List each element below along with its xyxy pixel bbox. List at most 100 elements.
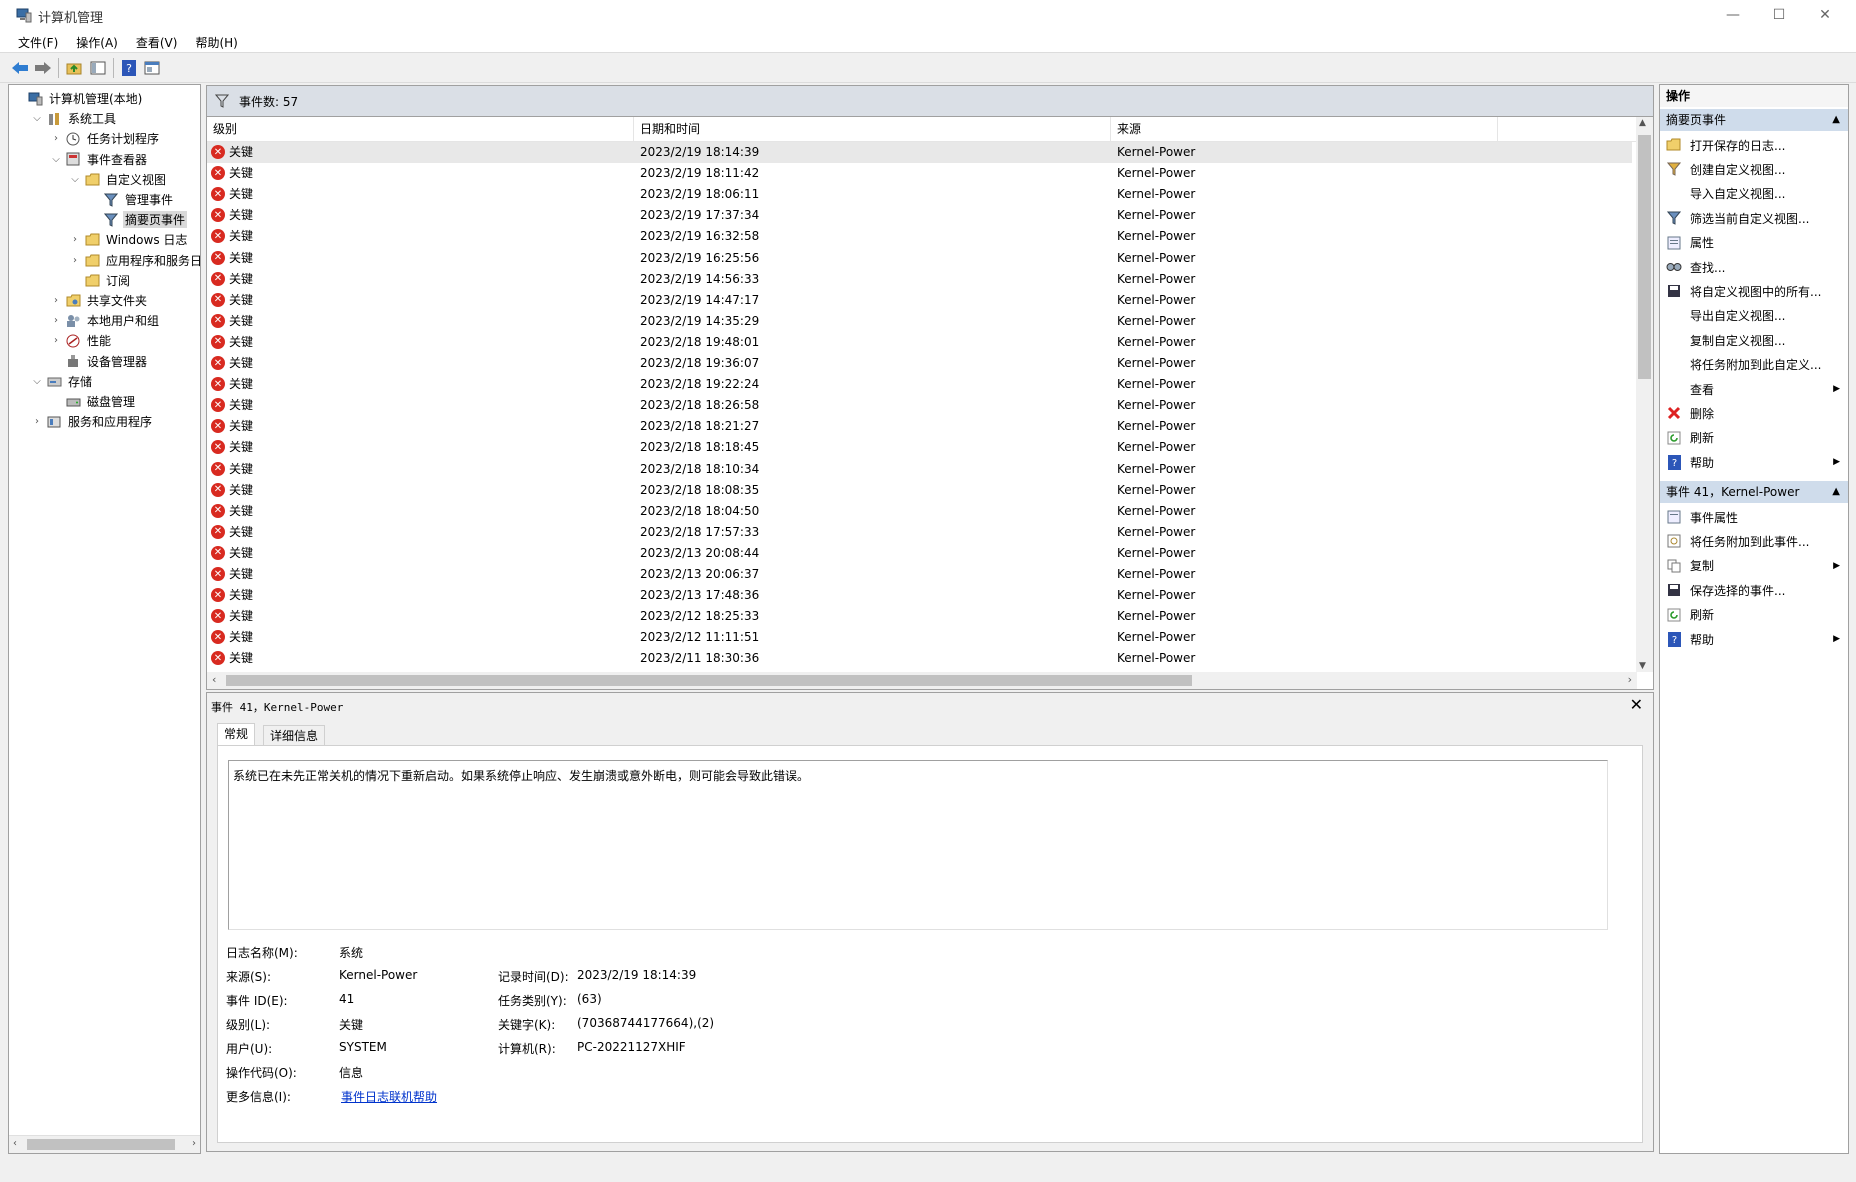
- tree-node[interactable]: › 服务和应用程序: [30, 412, 154, 431]
- properties-icon[interactable]: [142, 58, 162, 78]
- events-vertical-scrollbar[interactable]: ▲ ▼: [1636, 117, 1653, 672]
- table-row[interactable]: ✕ 关键 2023/2/19 17:37:34 Kernel-Power: [207, 205, 1632, 226]
- back-icon[interactable]: [10, 58, 30, 78]
- table-row[interactable]: ✕ 关键 2023/2/18 18:18:45 Kernel-Power: [207, 437, 1632, 458]
- action-item[interactable]: ? 帮助 ▶: [1660, 627, 1848, 651]
- action-item[interactable]: ? 帮助 ▶: [1660, 450, 1848, 474]
- tree-node[interactable]: › 共享文件夹: [49, 291, 149, 310]
- column-header-level[interactable]: 级别: [207, 117, 634, 141]
- expander-icon[interactable]: ›: [49, 295, 63, 306]
- table-row[interactable]: ✕ 关键 2023/2/19 16:25:56 Kernel-Power: [207, 248, 1632, 269]
- table-row[interactable]: ✕ 关键 2023/2/18 19:36:07 Kernel-Power: [207, 353, 1632, 374]
- table-row[interactable]: ✕ 关键 2023/2/19 16:32:58 Kernel-Power: [207, 226, 1632, 247]
- table-row[interactable]: ✕ 关键 2023/2/18 18:26:58 Kernel-Power: [207, 395, 1632, 416]
- maximize-button[interactable]: ☐: [1756, 0, 1802, 30]
- column-header-source[interactable]: 来源: [1111, 117, 1498, 141]
- tree-node[interactable]: 磁盘管理: [49, 392, 137, 411]
- expander-icon[interactable]: ›: [49, 315, 63, 326]
- table-row[interactable]: ✕ 关键 2023/2/12 11:11:51 Kernel-Power: [207, 627, 1632, 648]
- table-row[interactable]: ✕ 关键 2023/2/18 17:57:33 Kernel-Power: [207, 522, 1632, 543]
- table-row[interactable]: ✕ 关键 2023/2/19 18:11:42 Kernel-Power: [207, 163, 1632, 184]
- column-header-datetime[interactable]: 日期和时间: [634, 117, 1111, 141]
- expander-icon[interactable]: ⌵: [30, 376, 44, 387]
- table-row[interactable]: ✕ 关键 2023/2/18 18:08:35 Kernel-Power: [207, 480, 1632, 501]
- action-item[interactable]: 将自定义视图中的所有...: [1660, 279, 1848, 303]
- action-item[interactable]: 查看 ▶: [1660, 377, 1848, 401]
- action-item[interactable]: 保存选择的事件...: [1660, 578, 1848, 602]
- table-row[interactable]: ✕ 关键 2023/2/11 18:30:36 Kernel-Power: [207, 648, 1632, 669]
- table-row[interactable]: ✕ 关键 2023/2/19 18:14:39 Kernel-Power: [207, 142, 1632, 163]
- action-item[interactable]: 复制 ▶: [1660, 554, 1848, 578]
- actions-section-event[interactable]: 事件 41，Kernel-Power ▲: [1660, 481, 1848, 503]
- expander-icon[interactable]: ›: [49, 133, 63, 144]
- tree-node[interactable]: › 本地用户和组: [49, 311, 161, 330]
- action-item[interactable]: 将任务附加到此自定义...: [1660, 353, 1848, 377]
- menu-help[interactable]: 帮助(H): [186, 30, 246, 52]
- menu-view[interactable]: 查看(V): [127, 30, 187, 52]
- menu-file[interactable]: 文件(F): [0, 30, 67, 52]
- tree-node[interactable]: › Windows 日志: [68, 230, 189, 249]
- tree-node[interactable]: 订阅: [68, 271, 132, 290]
- expander-icon[interactable]: ⌵: [30, 113, 44, 124]
- close-button[interactable]: ✕: [1802, 0, 1848, 30]
- tree-node[interactable]: › 性能: [49, 331, 113, 350]
- help-icon[interactable]: ?: [119, 58, 139, 78]
- tree-horizontal-scrollbar[interactable]: ‹ ›: [9, 1135, 200, 1153]
- tree-node[interactable]: ⌵ 自定义视图: [68, 170, 168, 189]
- action-item[interactable]: 筛选当前自定义视图...: [1660, 206, 1848, 230]
- up-folder-icon[interactable]: [64, 58, 84, 78]
- table-row[interactable]: ✕ 关键 2023/2/13 20:08:44 Kernel-Power: [207, 543, 1632, 564]
- table-row[interactable]: ✕ 关键 2023/2/18 18:04:50 Kernel-Power: [207, 501, 1632, 522]
- table-row[interactable]: ✕ 关键 2023/2/18 19:22:24 Kernel-Power: [207, 374, 1632, 395]
- action-item[interactable]: 创建自定义视图...: [1660, 157, 1848, 181]
- tree-node[interactable]: 管理事件: [87, 190, 175, 209]
- action-item[interactable]: 导出自定义视图...: [1660, 304, 1848, 328]
- action-item[interactable]: 查找...: [1660, 255, 1848, 279]
- expander-icon[interactable]: ›: [49, 335, 63, 346]
- tab-general[interactable]: 常规: [217, 723, 256, 747]
- tree-node[interactable]: › 任务计划程序: [49, 129, 161, 148]
- tree-node[interactable]: 计算机管理(本地): [11, 89, 144, 108]
- expander-icon[interactable]: ›: [30, 416, 44, 427]
- action-item[interactable]: 刷新: [1660, 426, 1848, 450]
- expander-icon[interactable]: ›: [68, 234, 82, 245]
- actions-section-custom-view[interactable]: 摘要页事件 ▲: [1660, 109, 1848, 131]
- tree-node[interactable]: ⌵ 系统工具: [30, 109, 118, 128]
- table-row[interactable]: ✕ 关键 2023/2/19 14:35:29 Kernel-Power: [207, 311, 1632, 332]
- tree-node[interactable]: ⌵ 事件查看器: [49, 150, 149, 169]
- show-hide-tree-icon[interactable]: [88, 58, 108, 78]
- action-item[interactable]: 刷新: [1660, 603, 1848, 627]
- menu-action[interactable]: 操作(A): [67, 30, 127, 52]
- more-info-link[interactable]: 事件日志联机帮助: [341, 1088, 437, 1105]
- events-horizontal-scrollbar[interactable]: ‹ ›: [207, 672, 1637, 689]
- event-description-box[interactable]: 系统已在未先正常关机的情况下重新启动。如果系统停止响应、发生崩溃或意外断电，则可…: [228, 760, 1608, 930]
- table-row[interactable]: ✕ 关键 2023/2/13 20:06:37 Kernel-Power: [207, 564, 1632, 585]
- action-item[interactable]: 事件属性: [1660, 505, 1848, 529]
- action-item[interactable]: 打开保存的日志...: [1660, 133, 1848, 157]
- table-row[interactable]: ✕ 关键 2023/2/19 14:56:33 Kernel-Power: [207, 269, 1632, 290]
- action-item[interactable]: 导入自定义视图...: [1660, 182, 1848, 206]
- expander-icon[interactable]: ⌵: [49, 154, 63, 165]
- details-close-button[interactable]: ✕: [1630, 695, 1643, 714]
- tree-node[interactable]: › 应用程序和服务日志: [68, 251, 200, 270]
- action-item[interactable]: 将任务附加到此事件...: [1660, 529, 1848, 553]
- table-row[interactable]: ✕ 关键 2023/2/18 19:48:01 Kernel-Power: [207, 332, 1632, 353]
- tab-details[interactable]: 详细信息: [263, 725, 326, 746]
- table-row[interactable]: ✕ 关键 2023/2/18 18:21:27 Kernel-Power: [207, 416, 1632, 437]
- expander-icon[interactable]: ⌵: [68, 174, 82, 185]
- table-row[interactable]: ✕ 关键 2023/2/12 18:25:33 Kernel-Power: [207, 606, 1632, 627]
- table-row[interactable]: ✕ 关键 2023/2/18 18:10:34 Kernel-Power: [207, 459, 1632, 480]
- action-item[interactable]: 删除: [1660, 401, 1848, 425]
- action-item[interactable]: 属性: [1660, 231, 1848, 255]
- table-row[interactable]: ✕ 关键 2023/2/19 18:06:11 Kernel-Power: [207, 184, 1632, 205]
- tree-node[interactable]: ⌵ 存储: [30, 372, 94, 391]
- expander-icon[interactable]: ›: [68, 255, 82, 266]
- actions-title: 操作: [1660, 85, 1848, 107]
- action-item[interactable]: 复制自定义视图...: [1660, 328, 1848, 352]
- forward-icon[interactable]: [33, 58, 53, 78]
- table-row[interactable]: ✕ 关键 2023/2/13 17:48:36 Kernel-Power: [207, 585, 1632, 606]
- minimize-button[interactable]: —: [1710, 0, 1756, 30]
- table-row[interactable]: ✕ 关键 2023/2/19 14:47:17 Kernel-Power: [207, 290, 1632, 311]
- tree-node[interactable]: 设备管理器: [49, 352, 149, 371]
- tree-node[interactable]: 摘要页事件: [87, 210, 188, 229]
